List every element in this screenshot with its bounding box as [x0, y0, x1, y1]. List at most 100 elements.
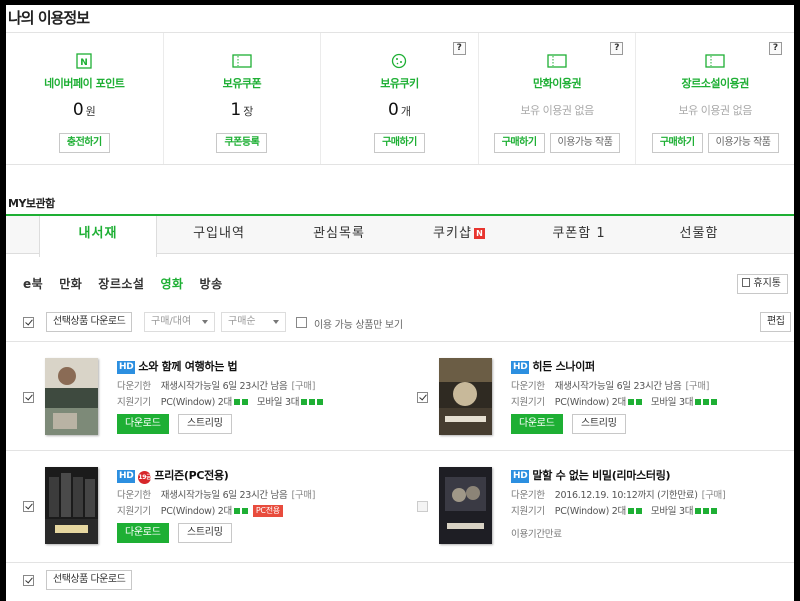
streaming-button[interactable]: 스트리밍: [178, 414, 232, 434]
novel-pass-card: ? 장르소설이용권 보유 이용권 없음 구매하기 이용가능 작품: [636, 33, 794, 164]
available-only-checkbox[interactable]: [296, 317, 307, 328]
coupon-value: 1장: [230, 100, 254, 120]
register-coupon-button[interactable]: 쿠폰등록: [216, 133, 268, 153]
comic-pass-title: 만화이용권: [533, 77, 582, 90]
novel-available-works-button[interactable]: 이용가능 작품: [707, 133, 779, 153]
coupon-title: 보유쿠폰: [222, 77, 262, 90]
chevron-down-icon: [273, 320, 279, 324]
naverpay-icon: N: [76, 53, 92, 69]
cookie-icon: [392, 53, 407, 69]
help-icon[interactable]: ?: [452, 42, 466, 55]
trash-button[interactable]: 휴지통: [737, 274, 788, 294]
movie-item: HD 19금 프리즌(PC전용) 다운기한 재생시작가능일 6일 23시간 남음 [구매…: [6, 451, 400, 559]
item-checkbox: [417, 501, 428, 512]
download-button[interactable]: 다운로드: [117, 523, 169, 543]
pc-only-badge: PC전용: [252, 505, 283, 517]
locker-title: MY보관함: [8, 197, 55, 210]
item-checkbox[interactable]: [417, 392, 428, 403]
hd-badge: HD: [511, 470, 530, 483]
buy-cookie-button[interactable]: 구매하기: [374, 133, 425, 153]
poster-image: [439, 358, 492, 435]
subtab-broadcast[interactable]: 방송: [200, 275, 223, 292]
novel-pass-title: 장르소설이용권: [681, 77, 750, 90]
ticket-icon: [705, 54, 725, 68]
sort-order-select[interactable]: 구매순: [221, 312, 286, 332]
item-checkbox[interactable]: [23, 392, 34, 403]
subtab-genre-novel[interactable]: 장르소설: [98, 275, 144, 292]
subtab-movie[interactable]: 영화: [160, 275, 183, 292]
download-deadline: 다운기한 2016.12.19. 10:12까지 (기한만료) [구매]: [511, 490, 726, 501]
movie-poster[interactable]: [45, 467, 98, 544]
naverpay-value: 0원: [72, 100, 96, 120]
streaming-button[interactable]: 스트리밍: [572, 414, 626, 434]
buy-novel-pass-button[interactable]: 구매하기: [651, 133, 703, 153]
poster-image: [439, 467, 492, 544]
movie-poster[interactable]: [45, 358, 98, 435]
movie-poster[interactable]: [439, 358, 492, 435]
download-deadline: 다운기한 재생시작가능일 6일 23시간 남음 [구매]: [117, 490, 316, 501]
movie-title: HD 소와 함께 여행하는 법: [117, 360, 238, 374]
usage-section-title: 나의 이용정보: [8, 9, 90, 27]
tab-library[interactable]: 내서재: [39, 216, 157, 257]
age-19-icon: 19금: [138, 471, 152, 484]
streaming-button[interactable]: 스트리밍: [178, 523, 232, 543]
supported-devices: 지원기기 PC(Window) 2대 모바일 3대: [117, 394, 324, 408]
movie-item: HD 히든 스나이퍼 다운기한 재생시작가능일 6일 23시간 남음 [구매] 지원기…: [400, 342, 794, 450]
comic-available-works-button[interactable]: 이용가능 작품: [549, 133, 621, 153]
new-badge: N: [473, 228, 485, 239]
item-checkbox[interactable]: [23, 501, 34, 512]
supported-devices: 지원기기 PC(Window) 2대 모바일 3대: [511, 503, 718, 517]
buy-comic-pass-button[interactable]: 구매하기: [493, 133, 545, 153]
bottom-toolbar: 선택상품 다운로드: [6, 569, 794, 593]
ticket-icon: [547, 54, 567, 68]
download-deadline: 다운기한 재생시작가능일 6일 23시간 남음 [구매]: [117, 381, 316, 392]
movie-title: HD 히든 스나이퍼: [511, 360, 595, 374]
locker-tabs: 내서재 구입내역 관심목록 쿠키샵 N 쿠폰함 1 선물함: [6, 214, 794, 257]
list-toolbar: 선택상품 다운로드 구매/대여 구매순 이용 가능 상품만 보기 편집: [6, 311, 794, 335]
select-all-checkbox[interactable]: [23, 317, 34, 328]
comic-pass-empty: 보유 이용권 없음: [520, 104, 594, 117]
download-button[interactable]: 다운로드: [117, 414, 169, 434]
help-icon[interactable]: ?: [768, 42, 782, 55]
category-subtabs: e북 만화 장르소설 영화 방송: [23, 275, 239, 292]
hd-badge: HD: [511, 361, 530, 374]
chevron-down-icon: [202, 320, 208, 324]
charge-button[interactable]: 충전하기: [58, 133, 110, 153]
help-icon[interactable]: ?: [610, 42, 624, 55]
poster-image: [45, 467, 98, 544]
tab-purchase-history[interactable]: 구입내역: [159, 216, 279, 255]
usage-info-box: N 네이버페이 포인트 0원 충전하기 보유쿠폰 1장 쿠폰등록 ? 보유쿠키 …: [6, 32, 794, 165]
naverpay-card: N 네이버페이 포인트 0원 충전하기: [6, 33, 164, 164]
download-selected-button[interactable]: 선택상품 다운로드: [46, 312, 133, 332]
subtab-ebook[interactable]: e북: [23, 275, 43, 292]
svg-text:N: N: [81, 58, 89, 68]
download-deadline: 다운기한 재생시작가능일 6일 23시간 남음 [구매]: [511, 381, 710, 392]
download-selected-button[interactable]: 선택상품 다운로드: [46, 570, 133, 590]
sort-type-select[interactable]: 구매/대여: [144, 312, 215, 332]
tab-gifts[interactable]: 선물함: [639, 216, 759, 255]
period-expired-label: 이용기간만료: [511, 529, 562, 540]
trash-icon: [742, 278, 751, 287]
coupon-icon: [232, 54, 252, 68]
hd-badge: HD: [117, 470, 136, 483]
cookie-title: 보유쿠키: [380, 77, 419, 90]
tab-wishlist[interactable]: 관심목록: [279, 216, 399, 255]
tab-coupons[interactable]: 쿠폰함 1: [519, 216, 639, 255]
hd-badge: HD: [117, 361, 136, 374]
movie-poster[interactable]: [439, 467, 492, 544]
comic-pass-card: ? 만화이용권 보유 이용권 없음 구매하기 이용가능 작품: [479, 33, 637, 164]
tab-cookie-shop[interactable]: 쿠키샵 N: [399, 216, 519, 255]
movie-item: HD 소와 함께 여행하는 법 다운기한 재생시작가능일 6일 23시간 남음 [구매…: [6, 342, 400, 450]
movie-grid: HD 소와 함께 여행하는 법 다운기한 재생시작가능일 6일 23시간 남음 [구매…: [6, 341, 794, 563]
movie-item: HD 말할 수 없는 비밀(리마스터링) 다운기한 2016.12.19. 10:1…: [400, 451, 794, 559]
edit-button[interactable]: 편집: [760, 312, 792, 332]
movie-title: HD 19금 프리즌(PC전용): [117, 469, 229, 484]
select-all-checkbox[interactable]: [23, 575, 34, 586]
download-button[interactable]: 다운로드: [511, 414, 563, 434]
supported-devices: 지원기기 PC(Window) 2대 모바일 3대: [511, 394, 718, 408]
subtab-comic[interactable]: 만화: [59, 275, 82, 292]
novel-pass-empty: 보유 이용권 없음: [678, 104, 753, 117]
page-frame: 나의 이용정보 N 네이버페이 포인트 0원 충전하기 보유쿠폰 1장 쿠폰등록…: [6, 5, 794, 601]
cookie-value: 0개: [388, 100, 411, 120]
poster-image: [45, 358, 98, 435]
